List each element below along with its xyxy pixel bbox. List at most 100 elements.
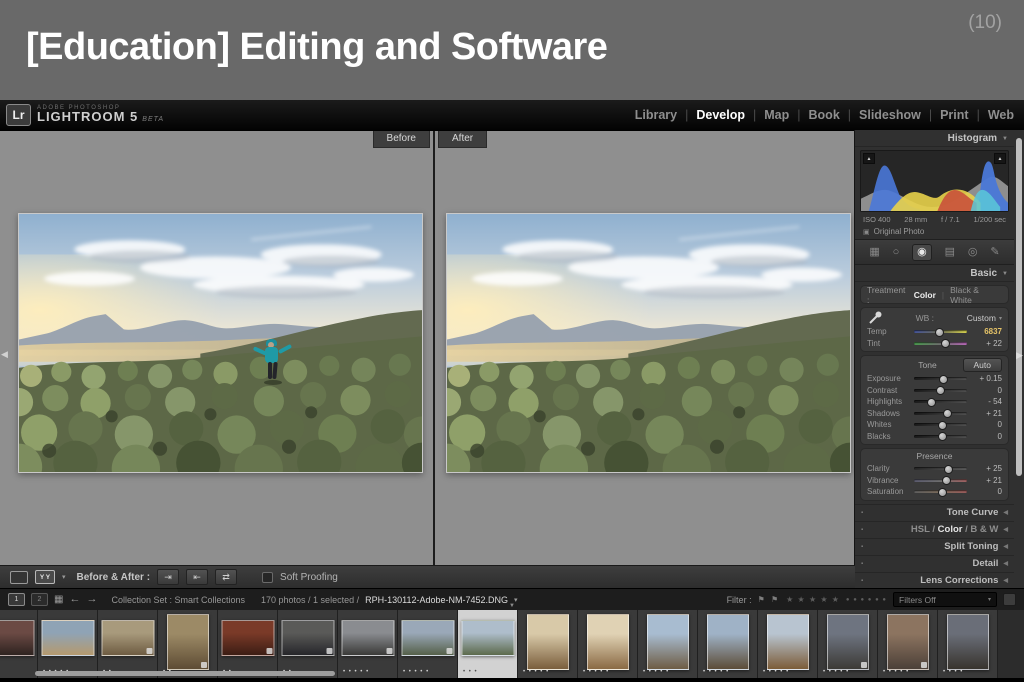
before-photo[interactable] [18,213,423,473]
main-window-icon[interactable]: 1 [8,593,25,606]
module-tab-print[interactable]: Print [940,108,968,122]
thumb-image[interactable] [646,614,689,670]
panel-toggle-icon[interactable]: ▪ [861,544,863,550]
slider-track-exposure[interactable] [914,374,967,384]
thumb-image[interactable] [946,614,989,670]
filmstrip-thumb-blue-sky-mountains[interactable]: • • • • • [638,610,698,678]
collection-breadcrumb[interactable]: Collection Set : Smart Collections [111,595,245,605]
slider-track-shadows[interactable] [914,409,967,419]
module-tab-library[interactable]: Library [635,108,677,122]
spot-removal-icon[interactable]: ○ [893,246,900,258]
filmstrip-thumb-dark-clouds[interactable]: • • • • • [818,610,878,678]
filmstrip-thumb-green-valley[interactable]: • • • • • [398,610,458,678]
module-tab-web[interactable]: Web [988,108,1014,122]
panel-toggle-icon[interactable]: ▪ [861,527,863,533]
wb-preset-dropdown[interactable]: Custom ▾ [967,313,1002,323]
module-tab-book[interactable]: Book [809,108,840,122]
module-tab-map[interactable]: Map [764,108,789,122]
highlight-clipping-icon[interactable]: ▲ [994,153,1006,164]
view-mode-caret-icon[interactable]: ▾ [62,573,66,581]
treatment-color-option[interactable]: Color [914,290,936,300]
thumb-image[interactable] [341,620,394,656]
wb-eyedropper-icon[interactable] [867,310,883,326]
filmstrip-thumb-sunburst-hills[interactable]: • • • • • [518,610,578,678]
histogram-header[interactable]: Histogram ▼ [855,130,1014,147]
thumb-image[interactable] [281,620,334,656]
slider-knob-highlights[interactable] [926,397,936,407]
thumb-image[interactable] [461,620,514,656]
filmstrip-thumb-mountain-shadow[interactable]: • • • • • [698,610,758,678]
slider-track-clarity[interactable] [914,464,967,474]
treatment-bw-option[interactable]: Black & White [950,285,1000,305]
flag-filter-icons[interactable]: ⚑ ⚑ [758,595,781,604]
filmstrip-thumb-sunset-clouds[interactable]: • • • • • [878,610,938,678]
soft-proofing-checkbox[interactable] [262,571,274,583]
slider-track-contrast[interactable] [914,386,967,396]
thumb-image[interactable] [401,620,454,656]
adjustment-brush-icon[interactable]: ✎ [990,246,999,258]
filmstrip-thumb-storm-sky[interactable]: • • • • • [338,610,398,678]
slider-track-temp[interactable] [914,327,967,337]
slider-knob-exposure[interactable] [938,374,948,384]
slider-knob-shadows[interactable] [942,409,952,419]
thumb-image[interactable] [41,620,94,656]
filmstrip-thumb-desert-vista[interactable]: • • • • • [38,610,98,678]
after-tab[interactable]: After [438,131,488,148]
slider-knob-saturation[interactable] [937,487,947,497]
red-eye-correction-icon[interactable]: ◉ [912,243,932,261]
slider-knob-clarity[interactable] [943,464,953,474]
slider-track-whites[interactable] [914,420,967,430]
thumb-image[interactable] [766,614,809,670]
after-photo[interactable] [446,213,851,473]
grid-view-icon[interactable]: ▦ [54,594,63,605]
panel-toggle-icon[interactable]: ▪ [861,561,863,567]
thumb-image[interactable] [526,614,569,670]
copy-before-to-after-icon[interactable]: ⇥ [157,569,180,585]
thumb-image[interactable] [826,614,869,670]
swap-before-after-icon[interactable]: ⇄ [215,569,238,585]
slider-track-highlights[interactable] [914,397,967,407]
before-after-view-icon[interactable]: Y Y [35,570,55,584]
thumb-image[interactable] [706,614,749,670]
second-window-icon[interactable]: 2 [31,593,48,606]
tone-curve-section[interactable]: ▪ Tone Curve ◀ [855,503,1014,521]
filmstrip-thumb-rock-closeup[interactable]: • [0,610,38,678]
filters-off-dropdown[interactable]: Filters Off ▾ [893,592,997,607]
filmstrip-thumb-red-rock[interactable]: • • [218,610,278,678]
filmstrip-scrollbar[interactable] [35,671,335,676]
module-tab-slideshow[interactable]: Slideshow [859,108,921,122]
shadow-clipping-icon[interactable]: ▲ [863,153,875,164]
filmstrip-thumb-ruins[interactable]: • • [98,610,158,678]
filmstrip-thumb-current-photo[interactable]: • • • [458,610,518,678]
radial-filter-icon[interactable]: ◎ [968,246,978,258]
filmstrip-toggle-icon[interactable]: ▼ [509,603,515,609]
slider-track-saturation[interactable] [914,487,967,497]
basic-header[interactable]: Basic ▼ [855,265,1014,282]
star-filter-icons[interactable]: ★ ★ ★ ★ ★ [786,595,840,604]
filmstrip-thumb-orange-hills[interactable]: • • • • • [758,610,818,678]
auto-tone-button[interactable]: Auto [962,358,1002,372]
split-toning-section[interactable]: ▪ Split Toning ◀ [855,537,1014,555]
slider-knob-tint[interactable] [941,339,951,349]
slider-track-vibrance[interactable] [914,476,967,486]
selected-filename[interactable]: RPH-130112-Adobe-NM-7452.DNG [365,595,508,605]
slider-knob-whites[interactable] [937,420,947,430]
slider-knob-contrast[interactable] [936,386,946,396]
thumb-image[interactable] [166,614,209,670]
color-filter-icons[interactable]: ● ● ● ● ● ● [846,597,887,603]
detail-section[interactable]: ▪ Detail ◀ [855,554,1014,572]
slider-track-blacks[interactable] [914,432,967,442]
slider-knob-vibrance[interactable] [941,476,951,486]
slider-knob-temp[interactable] [934,327,944,337]
filmstrip-thumb-machinery[interactable]: • • [278,610,338,678]
loupe-view-icon[interactable] [10,570,28,584]
before-tab[interactable]: Before [372,131,430,148]
copy-after-to-before-icon[interactable]: ⇤ [186,569,209,585]
slider-knob-blacks[interactable] [937,432,947,442]
panel-scrollbar[interactable] [1016,138,1022,476]
histogram[interactable]: ▲ ▲ [860,150,1009,212]
crop-overlay-icon[interactable]: ▦ [869,246,879,258]
thumb-image[interactable] [586,614,629,670]
go-forward-icon[interactable]: → [86,594,97,605]
go-back-icon[interactable]: ← [69,594,80,605]
